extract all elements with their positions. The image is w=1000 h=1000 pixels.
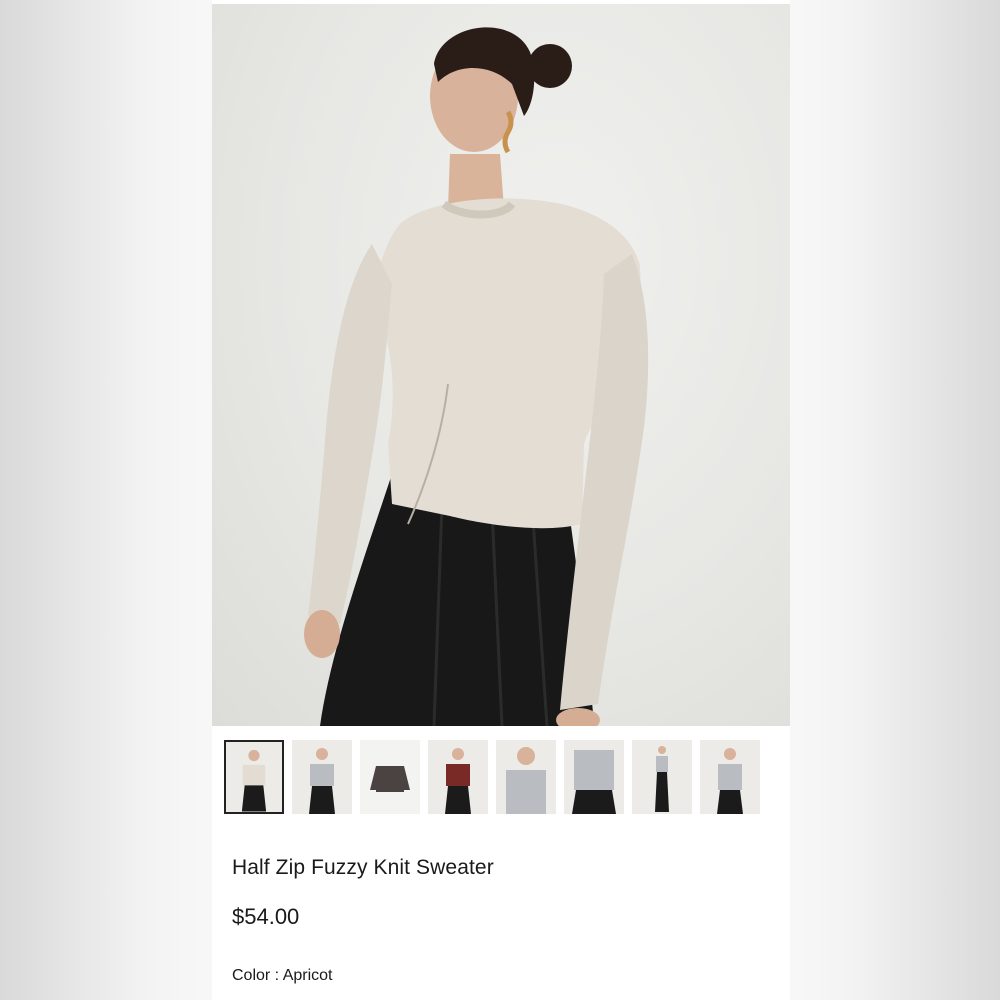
product-title: Half Zip Fuzzy Knit Sweater: [232, 856, 494, 879]
thumbnail-gallery: [212, 726, 790, 826]
thumbnail-4[interactable]: [496, 740, 556, 814]
thumbnail-5[interactable]: [564, 740, 624, 814]
thumbnail-2[interactable]: [360, 740, 420, 814]
thumbnail-3[interactable]: [428, 740, 488, 814]
product-main-image[interactable]: [212, 4, 790, 726]
thumbnail-0[interactable]: [224, 740, 284, 814]
thumbnail-7[interactable]: [700, 740, 760, 814]
thumbnail-1[interactable]: [292, 740, 352, 814]
thumbnail-6[interactable]: [632, 740, 692, 814]
product-price: $54.00: [232, 904, 300, 929]
color-selection-label: Color : Apricot: [232, 967, 333, 984]
product-page: Half Zip Fuzzy Knit Sweater $54.00 Color…: [212, 0, 790, 1000]
